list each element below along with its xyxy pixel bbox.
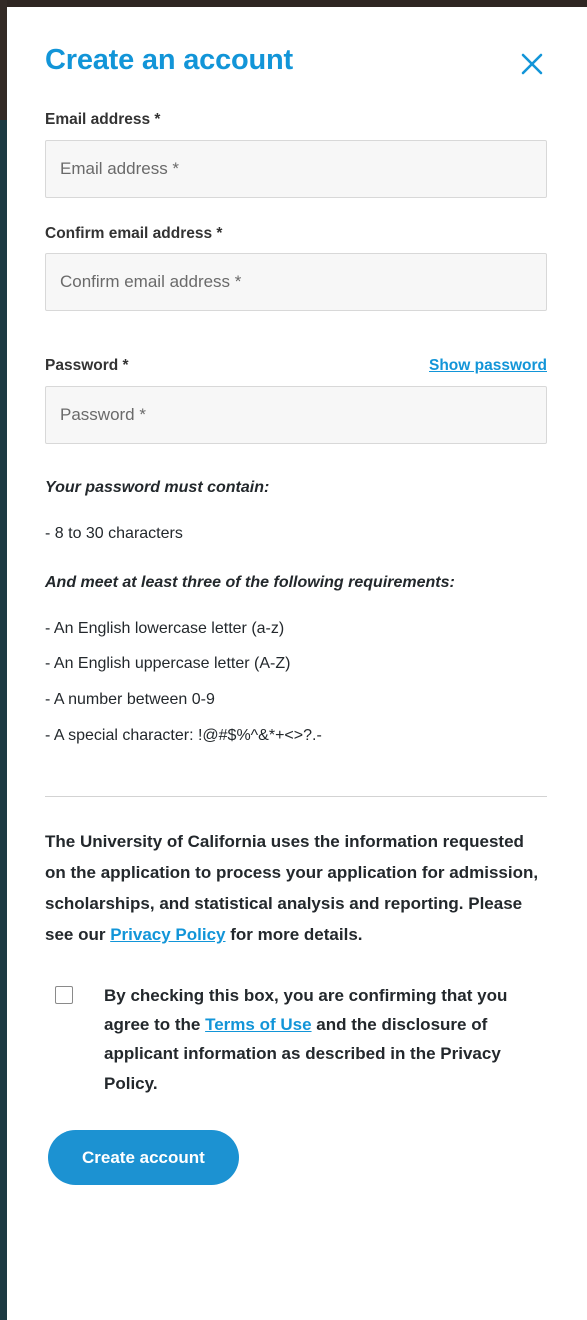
email-input[interactable] — [45, 139, 547, 198]
privacy-policy-link[interactable]: Privacy Policy — [110, 925, 225, 944]
password-rule-item: - An English lowercase letter (a-z) — [45, 619, 285, 637]
email-field-block: Email address * — [45, 111, 547, 198]
password-rule-item: - An English uppercase letter (A-Z) — [45, 655, 291, 673]
terms-of-use-link[interactable]: Terms of Use — [205, 1015, 311, 1034]
section-divider — [45, 796, 547, 798]
consent-text: By checking this box, you are confirming… — [104, 981, 547, 1098]
password-rule-item: - 8 to 30 characters — [45, 524, 183, 542]
close-icon — [517, 49, 547, 79]
password-label: Password * — [45, 357, 129, 375]
password-requirements: Your password must contain: - 8 to 30 ch… — [45, 478, 547, 750]
confirm-email-field-block: Confirm email address * — [45, 225, 547, 312]
privacy-notice-text-after: for more details. — [225, 924, 363, 944]
confirm-email-label: Confirm email address * — [45, 224, 223, 242]
close-button[interactable] — [517, 49, 547, 79]
window-left-edge — [0, 0, 7, 1320]
page-root: Create an account Email address * Email … — [0, 0, 587, 1320]
consent-row: By checking this box, you are confirming… — [45, 981, 547, 1098]
confirm-email-label-row: Confirm email address * — [45, 225, 547, 254]
page-title: Create an account — [45, 44, 294, 76]
show-password-link[interactable]: Show password — [429, 357, 547, 375]
password-rules-heading-2: And meet at least three of the following… — [45, 573, 455, 591]
confirm-email-input[interactable] — [45, 253, 547, 312]
email-label-row: Email address * — [45, 111, 547, 140]
modal-header: Create an account — [45, 7, 547, 79]
password-label-row: Password * Show password — [45, 357, 547, 386]
password-rules-heading-1: Your password must contain: — [45, 478, 270, 496]
password-rule-item: - A special character: !@#$%^&*+<>?.- — [45, 726, 322, 744]
email-label: Email address * — [45, 111, 161, 128]
window-left-edge-upper — [0, 0, 7, 120]
terms-consent-checkbox[interactable] — [55, 985, 73, 1004]
password-rule-item: - A number between 0-9 — [45, 690, 215, 708]
create-account-button[interactable]: Create account — [48, 1129, 239, 1185]
privacy-notice: The University of California uses the in… — [45, 827, 547, 951]
password-field-block: Password * Show password — [45, 357, 547, 444]
submit-row: Create account — [45, 1129, 547, 1185]
create-account-modal: Create an account Email address * Email … — [7, 7, 587, 1320]
window-top-edge — [0, 0, 587, 7]
password-input[interactable] — [45, 385, 547, 444]
